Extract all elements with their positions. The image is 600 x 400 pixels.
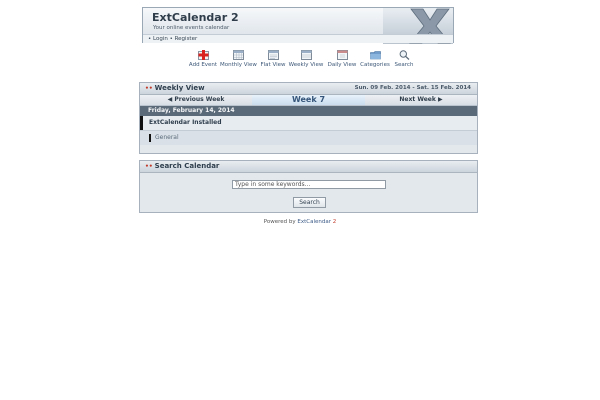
add-event-icon [197,50,209,60]
search-body: Search [140,173,477,210]
app-title: ExtCalendar 2 [152,11,239,24]
day-header: Friday, February 14, 2014 [140,106,477,116]
week-range: Sun. 09 Feb. 2014 - Sat. 15 Feb. 2014 [354,85,471,91]
bullet-icon: •• [145,85,153,92]
categories-button[interactable]: Categories [360,50,390,68]
flat-view-button[interactable]: Flat View [259,50,287,68]
search-button[interactable]: Search [393,50,415,68]
folder-icon [369,51,381,60]
register-link[interactable]: Register [175,36,198,42]
next-week-link[interactable]: Next Week ▶ [365,95,477,105]
search-panel: ••Search Calendar Search [139,160,478,213]
weekly-view-title: Weekly View [154,84,205,92]
search-label: Search [394,62,414,68]
app-header: ExtCalendar 2 Your online events calenda… [142,7,454,44]
login-link[interactable]: Login [153,36,168,42]
weekly-view-label: Weekly View [288,62,324,68]
flat-view-icon [267,50,279,60]
daily-view-icon [336,50,348,60]
triangle-right-icon: ▶ [437,96,443,103]
triangle-left-icon: ◀ [167,96,173,103]
search-icon [399,50,409,60]
current-week-label: Week 7 [252,95,365,105]
weekly-view-icon [300,50,312,60]
bullet: • [169,36,173,42]
search-header: •• Search Calendar [140,161,477,173]
monthly-view-button[interactable]: Monthly View [220,50,257,68]
app-subtitle: Your online events calendar [153,25,230,31]
bullet: • [148,36,152,42]
daily-view-button[interactable]: Daily View [327,50,357,68]
bullet-icon: •• [145,163,153,170]
footer-brand-link[interactable]: ExtCalendar [297,219,331,225]
category-color-bar [149,134,151,142]
search-title: Search Calendar [154,162,220,170]
powered-by-text: Powered by [263,219,296,225]
category-label: General [155,134,179,141]
flat-view-label: Flat View [260,62,286,68]
categories-label: Categories [360,62,390,68]
weekly-view-button[interactable]: Weekly View [288,50,324,68]
week-navigation: ◀ Previous Week Week 7 Next Week ▶ [140,95,477,106]
event-title: ExtCalendar Installed [149,119,222,126]
auth-links: • Login • Register [143,34,453,43]
monthly-view-icon [232,50,244,60]
footer: Powered by ExtCalendar 2 [0,219,600,225]
previous-week-label: Previous Week [174,96,225,103]
footer-version: 2 [332,219,337,225]
search-submit-button[interactable]: Search [293,197,326,208]
event-color-bar [140,116,143,130]
monthly-view-label: Monthly View [220,62,257,68]
add-event-label: Add Event [188,62,218,68]
add-event-button[interactable]: Add Event [186,50,220,68]
search-input[interactable] [232,180,386,189]
next-week-label: Next Week [399,96,436,103]
weekly-view-header: •• Weekly View Sun. 09 Feb. 2014 - Sat. 1… [140,83,477,95]
weekly-view-panel: •• Weekly View Sun. 09 Feb. 2014 - Sat. 1… [139,82,478,154]
event-item[interactable]: ExtCalendar Installed [140,116,477,131]
previous-week-link[interactable]: ◀ Previous Week [140,95,252,105]
daily-view-label: Daily View [327,62,357,68]
category-item[interactable]: General [140,131,477,145]
